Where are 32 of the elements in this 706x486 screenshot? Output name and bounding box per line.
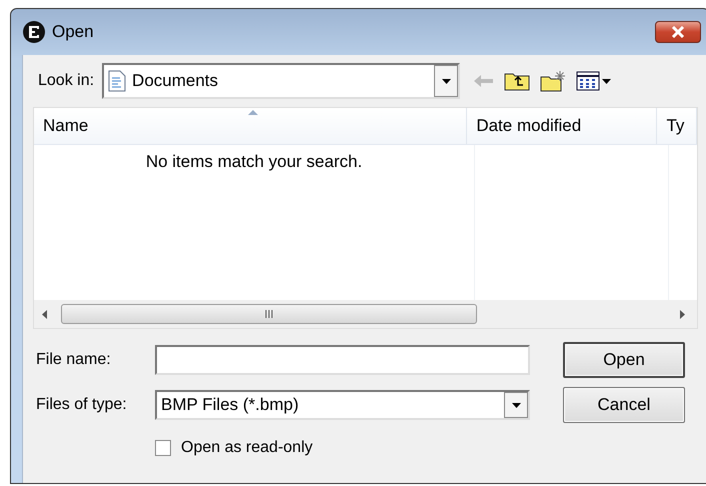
app-logo-icon [22,20,46,44]
column-header[interactable]: Date modified [467,108,658,144]
empty-message: No items match your search. [144,152,364,172]
document-icon [108,70,126,92]
window-title: Open [52,22,95,42]
column-header[interactable]: Ty [657,108,697,144]
file-type-dropdown[interactable]: BMP Files (*.bmp) [155,390,530,420]
horizontal-scrollbar[interactable] [34,300,697,328]
look-in-dropdown[interactable]: Documents [102,63,460,99]
open-button[interactable]: Open [563,342,685,378]
folder-up-icon[interactable] [504,71,530,91]
read-only-checkbox[interactable] [155,440,171,456]
read-only-label: Open as read-only [181,439,313,457]
close-button[interactable] [655,21,701,43]
column-header[interactable]: Name [34,108,468,144]
scroll-right-icon[interactable] [680,310,685,318]
look-in-label: Look in: [38,72,94,90]
close-icon [671,26,685,38]
caret-icon [512,402,520,408]
sort-arrow-icon [248,110,258,115]
scroll-left-icon[interactable] [42,310,47,318]
caret-icon [442,78,451,84]
grip-icon [264,310,274,318]
cancel-button[interactable]: Cancel [563,387,685,423]
dropdown-arrow-button[interactable] [434,65,458,97]
new-folder-icon[interactable] [540,70,566,92]
view-menu-icon[interactable] [576,71,612,91]
file-type-label: Files of type: [35,396,128,414]
file-name-field[interactable] [155,345,530,375]
dropdown-arrow-button[interactable] [504,392,528,418]
file-name-label: File name: [35,351,112,369]
scrollbar-thumb[interactable] [61,304,477,324]
